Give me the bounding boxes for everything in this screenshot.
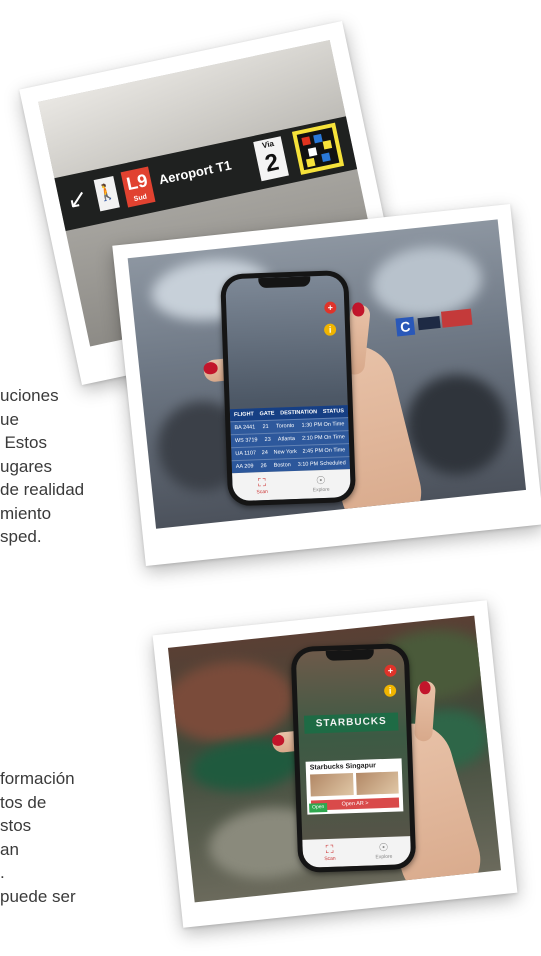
gate-sign-panel <box>440 308 473 328</box>
text-line: . <box>0 863 5 882</box>
gate-sign-panel <box>417 315 441 331</box>
cell: 2:45 PM On Time <box>302 447 346 455</box>
cell: UA 1107 <box>235 450 257 458</box>
flight-board-overlay: FLIGHT GATE DESTINATION STATUS BA 2441 2… <box>229 405 350 474</box>
ar-marker-icon <box>291 122 345 175</box>
line-sub: Sud <box>133 193 148 204</box>
cell: Atlanta <box>277 435 296 443</box>
compass-icon: ☉ <box>315 474 327 488</box>
text-line: puede ser <box>0 886 76 906</box>
airport-hall-photo: C + i FLIGHT GATE DESTINATION STATUS BA … <box>127 219 527 529</box>
tab-label: Explore <box>375 853 393 861</box>
cell: Toronto <box>275 422 295 430</box>
phone-screen: + i STARBUCKS Starbucks Singapur Open AR… <box>295 648 412 868</box>
arrow-down-left-icon: ↙ <box>64 184 91 215</box>
info-icon[interactable]: i <box>383 684 397 697</box>
cell: 21 <box>262 423 269 431</box>
tab-explore[interactable]: ☉ Explore <box>291 469 351 499</box>
smartphone: + i FLIGHT GATE DESTINATION STATUS BA 24… <box>220 270 357 507</box>
cell: 3:10 PM Scheduled <box>297 460 346 468</box>
line-code: L9 <box>124 170 150 195</box>
cell: Boston <box>273 462 291 469</box>
pedestrian-icon: 🚶 <box>93 175 120 212</box>
cell: 24 <box>261 449 268 457</box>
add-icon[interactable]: + <box>384 664 397 677</box>
cell: New York <box>273 448 297 456</box>
col-status: STATUS <box>322 408 345 415</box>
smartphone: + i STARBUCKS Starbucks Singapur Open AR… <box>290 643 417 874</box>
polaroid-starbucks-phone: + i STARBUCKS Starbucks Singapur Open AR… <box>152 600 518 928</box>
phone-screen: + i FLIGHT GATE DESTINATION STATUS BA 24… <box>225 275 351 502</box>
col-flight: FLIGHT <box>233 411 254 419</box>
tab-label: Scan <box>256 488 269 496</box>
tab-scan[interactable]: ⛶ Scan <box>302 838 357 868</box>
tab-explore[interactable]: ☉ Explore <box>356 836 411 866</box>
cell: 23 <box>264 436 271 444</box>
compass-icon: ☉ <box>378 841 389 855</box>
coffee-shop-photo: + i STARBUCKS Starbucks Singapur Open AR… <box>167 615 502 903</box>
app-tab-bar: ⛶ Scan ☉ Explore <box>302 836 412 868</box>
col-destination: DESTINATION <box>280 409 318 417</box>
tab-label: Explore <box>312 486 330 494</box>
cell: 2:10 PM On Time <box>301 434 345 442</box>
scan-icon: ⛶ <box>325 843 334 857</box>
platform-badge: Via 2 <box>253 136 289 182</box>
add-icon[interactable]: + <box>324 301 337 314</box>
open-status-badge: Open <box>309 802 328 813</box>
tab-scan[interactable]: ⛶ Scan <box>232 471 292 501</box>
cell: WS 3719 <box>234 437 258 445</box>
metro-line-badge: L9 Sud <box>120 166 156 208</box>
place-photos <box>306 771 403 797</box>
scan-icon: ⛶ <box>257 477 266 490</box>
text-line: stos <box>0 816 32 835</box>
gate-sign: C <box>395 316 416 337</box>
app-tab-bar: ⛶ Scan ☉ Explore <box>232 469 351 502</box>
via-number: 2 <box>262 148 282 178</box>
destination-label: Aeroport T1 <box>157 157 233 188</box>
cell: BA 2441 <box>234 424 256 432</box>
cell: 1:30 PM On Time <box>301 421 345 429</box>
polaroid-airport-phone: C + i FLIGHT GATE DESTINATION STATUS BA … <box>112 203 541 567</box>
tab-label: Scan <box>324 855 336 863</box>
col-gate: GATE <box>259 410 275 418</box>
store-sign: STARBUCKS <box>303 712 399 734</box>
cell: AA 209 <box>235 463 254 471</box>
cell: 26 <box>260 462 267 470</box>
text-line: an <box>0 839 19 859</box>
info-icon[interactable]: i <box>323 323 337 336</box>
